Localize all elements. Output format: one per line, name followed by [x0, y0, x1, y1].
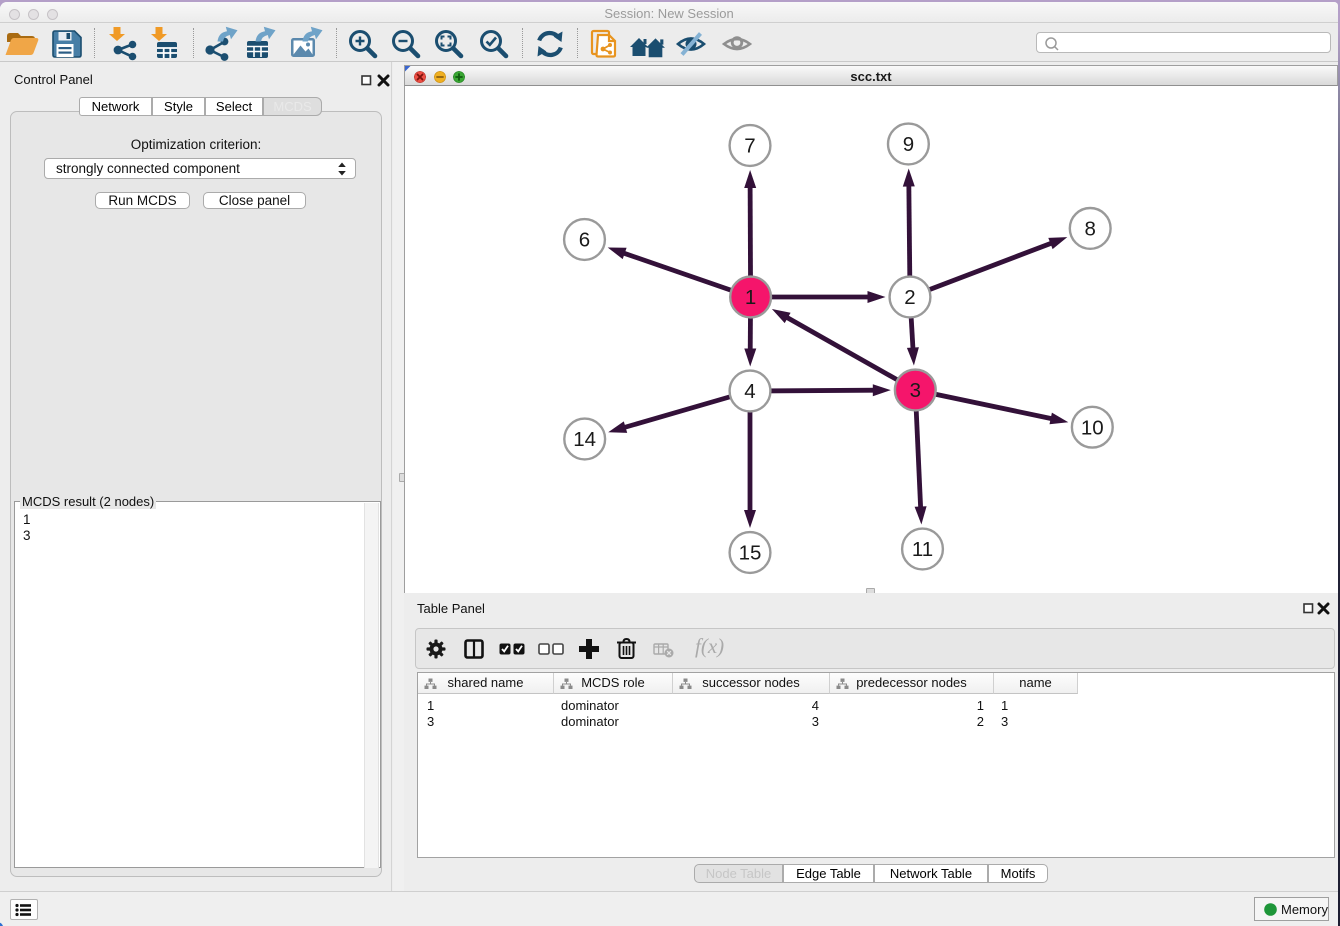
svg-text:15: 15: [739, 542, 762, 565]
svg-text:14: 14: [573, 428, 596, 451]
svg-text:3: 3: [910, 379, 921, 402]
svg-text:4: 4: [744, 380, 755, 403]
svg-text:8: 8: [1084, 218, 1095, 241]
svg-text:7: 7: [744, 135, 755, 158]
svg-text:10: 10: [1081, 416, 1104, 439]
svg-text:9: 9: [903, 133, 914, 156]
svg-text:2: 2: [904, 286, 915, 309]
svg-text:1: 1: [745, 286, 756, 309]
svg-text:6: 6: [579, 229, 590, 252]
svg-text:11: 11: [912, 538, 933, 561]
